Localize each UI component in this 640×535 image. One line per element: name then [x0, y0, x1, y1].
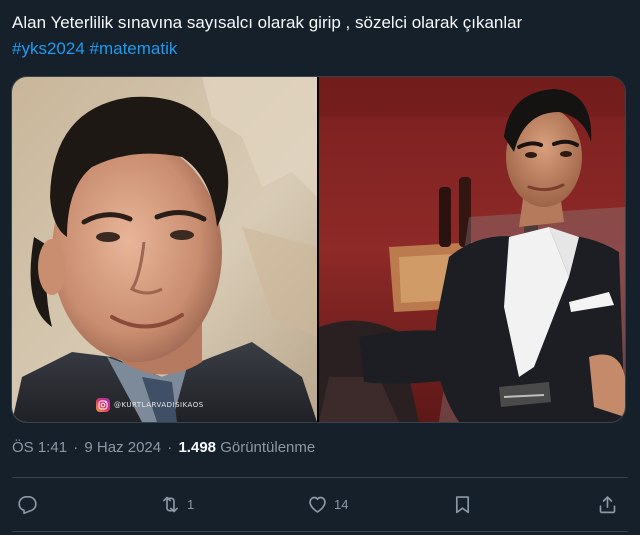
hashtag-line: #yks2024 #matematik	[12, 36, 628, 62]
divider	[12, 531, 628, 532]
watermark-text: @KURTLARVADISIKAOS	[114, 401, 204, 409]
reply-icon	[18, 495, 37, 514]
tweet-text-line: Alan Yeterlilik sınavına sayısalcı olara…	[12, 13, 523, 32]
reply-button[interactable]	[17, 488, 44, 520]
hashtag-matematik[interactable]: #matematik	[90, 39, 178, 58]
retweet-button[interactable]: 1	[160, 488, 194, 520]
views-label: Görüntülenme	[220, 439, 316, 456]
hashtag-yks2024[interactable]: #yks2024	[12, 39, 85, 58]
tweet-time[interactable]: ÖS 1:41	[12, 439, 67, 456]
meta-separator: ·	[73, 439, 79, 456]
photo-right[interactable]	[319, 77, 625, 422]
share-icon	[599, 495, 616, 513]
bookmark-button[interactable]	[452, 488, 473, 520]
like-count: 14	[334, 496, 349, 512]
retweet-icon	[163, 496, 178, 512]
like-icon	[309, 496, 326, 513]
photo-left-image	[12, 77, 317, 422]
photo-left[interactable]: @KURTLARVADISIKAOS	[12, 77, 317, 422]
photo-right-image	[319, 77, 625, 422]
tweet-meta: ÖS 1:41 · 9 Haz 2024 · 1.498 Görüntülenm…	[12, 438, 315, 458]
watermark: @KURTLARVADISIKAOS	[96, 398, 204, 412]
views-count: 1.498	[178, 439, 217, 456]
like-button[interactable]: 14	[307, 488, 348, 520]
divider	[12, 477, 628, 478]
action-bar: 1 14	[0, 488, 640, 520]
meta-separator: ·	[167, 439, 173, 456]
tweet[interactable]: Alan Yeterlilik sınavına sayısalcı olara…	[0, 0, 640, 535]
instagram-icon	[96, 398, 110, 412]
tweet-text: Alan Yeterlilik sınavına sayısalcı olara…	[12, 10, 628, 62]
bookmark-icon	[455, 495, 470, 513]
tweet-media[interactable]: @KURTLARVADISIKAOS	[11, 76, 626, 423]
retweet-count: 1	[187, 496, 195, 512]
tweet-date[interactable]: 9 Haz 2024	[84, 439, 161, 456]
share-button[interactable]	[597, 488, 618, 520]
